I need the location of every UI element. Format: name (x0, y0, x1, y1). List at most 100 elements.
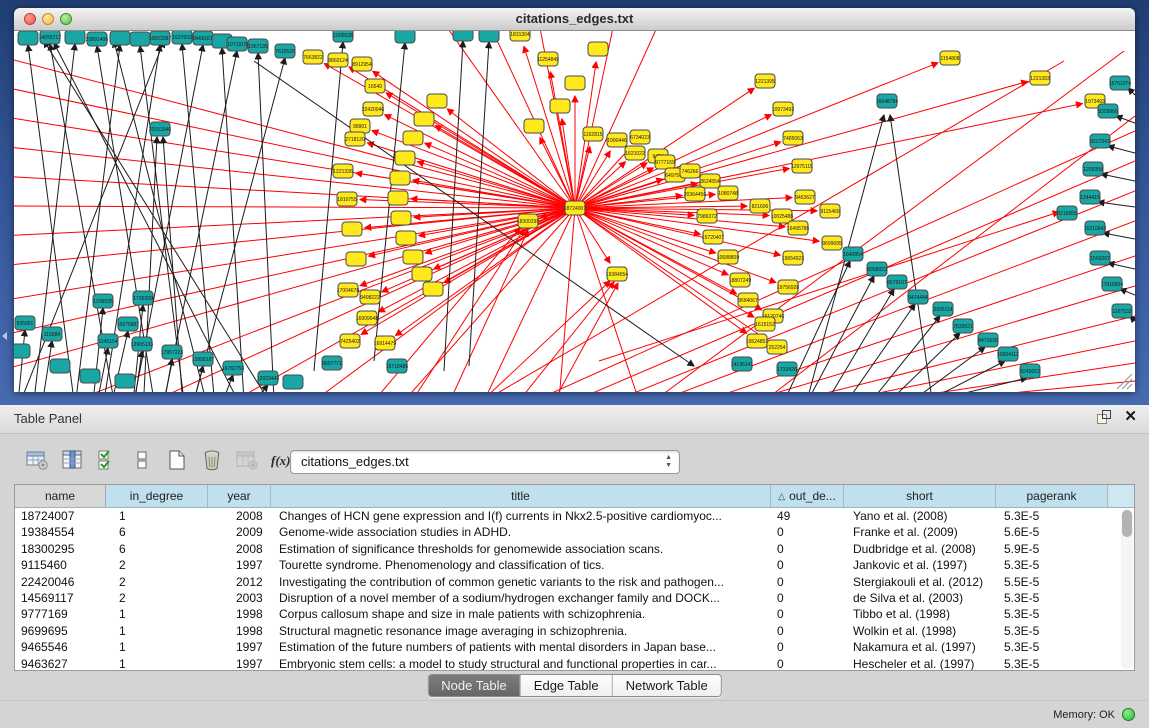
graph-node[interactable]: 10958187 (192, 352, 214, 366)
graph-node[interactable] (80, 369, 100, 383)
graph-node[interactable]: 16914479 (374, 336, 396, 350)
graph-node[interactable] (283, 375, 303, 389)
graph-node[interactable]: 12975115 (791, 159, 813, 173)
graph-node[interactable]: 17004678 (337, 283, 359, 297)
graph-node[interactable]: 9777169 (655, 155, 675, 169)
graph-node[interactable]: 14055717 (39, 31, 61, 44)
graph-node[interactable]: 10653287 (149, 31, 171, 45)
graph-node[interactable]: 11254849 (537, 52, 559, 66)
graph-node[interactable]: 10975887 (117, 317, 139, 331)
graph-node[interactable] (403, 131, 423, 145)
graph-node[interactable]: 98901 (350, 119, 370, 133)
graph-node[interactable] (395, 151, 415, 165)
graph-node[interactable]: 9245652 (1020, 364, 1040, 378)
resize-grip-icon[interactable] (1117, 374, 1132, 389)
network-window-titlebar[interactable]: citations_edges.txt (14, 8, 1135, 31)
graph-node[interactable]: 7663822 (303, 50, 323, 64)
graph-node[interactable]: 1162815 (583, 127, 603, 141)
graph-node[interactable] (414, 112, 434, 126)
graph-node[interactable] (395, 31, 415, 43)
graph-node[interactable]: 20891406 (86, 32, 108, 46)
graph-node[interactable]: 16648784 (876, 94, 898, 108)
graph-node[interactable]: 9115460 (820, 204, 840, 218)
graph-node[interactable]: 15751074 (1109, 76, 1131, 90)
memory-status[interactable]: Memory: OK (1053, 701, 1135, 728)
graph-node[interactable]: 18807249 (729, 273, 751, 287)
graph-node[interactable]: 2718120 (345, 132, 365, 146)
graph-node[interactable]: 14136141 (731, 357, 753, 371)
show-columns-icon[interactable] (59, 447, 85, 473)
graph-node[interactable]: 1621022 (625, 146, 645, 160)
graph-node[interactable]: 10654112 (997, 347, 1019, 361)
graph-node[interactable]: 9684067 (738, 293, 758, 307)
table-row[interactable]: 946362711997Embryonic stem cells: a mode… (15, 656, 1134, 671)
graph-node[interactable] (588, 42, 608, 56)
graph-node[interactable]: 16210643 (1084, 221, 1106, 235)
graph-node[interactable]: 19524851 (746, 334, 768, 348)
graph-node[interactable]: 9657771 (322, 356, 342, 370)
new-column-icon[interactable] (164, 447, 190, 473)
graph-node[interactable]: 1615152 (755, 317, 775, 331)
graph-node[interactable]: 1005528 (333, 31, 353, 42)
column-header-title[interactable]: title (271, 485, 771, 507)
graph-node[interactable]: 9463627 (795, 190, 815, 204)
graph-node[interactable]: 9466161 (193, 31, 213, 45)
graph-node[interactable] (479, 31, 499, 42)
graph-node[interactable] (388, 191, 408, 205)
minimize-window-button[interactable] (42, 13, 54, 25)
graph-node[interactable]: 1145154 (98, 334, 118, 348)
graph-node[interactable]: 22420046 (362, 102, 384, 116)
table-options-icon[interactable] (24, 447, 50, 473)
graph-node[interactable]: 19384554 (606, 267, 628, 281)
graph-node[interactable]: 7485063 (783, 131, 803, 145)
graph-node[interactable]: 935051 (15, 316, 35, 330)
graph-node[interactable] (453, 31, 473, 41)
graph-node[interactable] (391, 211, 411, 225)
table-row[interactable]: 969969511998Structural magnetic resonanc… (15, 623, 1134, 639)
graph-node[interactable]: 19654923 (782, 251, 804, 265)
graph-node[interactable] (565, 76, 585, 90)
network-canvas[interactable]: 1872400714055717208914061065328715276029… (14, 31, 1135, 392)
graph-node[interactable]: 252254 (767, 340, 787, 354)
graph-node[interactable]: 9699695 (822, 236, 842, 250)
graph-node[interactable]: 1640954 (843, 247, 863, 261)
clear-selection-icon[interactable] (129, 447, 155, 473)
graph-node[interactable]: 6734023 (630, 130, 650, 144)
graph-node[interactable] (14, 344, 30, 358)
graph-node[interactable]: 16909948 (356, 311, 378, 325)
graph-node[interactable]: 10688809 (717, 250, 739, 264)
graph-node[interactable]: 1831304 (510, 31, 530, 41)
graph-node[interactable]: 7615526 (275, 44, 295, 58)
graph-node[interactable] (524, 119, 544, 133)
graph-node[interactable]: 19756928 (777, 280, 799, 294)
close-panel-icon[interactable]: ✕ (1124, 410, 1137, 423)
column-header-name[interactable]: name (15, 485, 106, 507)
graph-node[interactable]: 15720407 (702, 230, 724, 244)
zoom-window-button[interactable] (60, 13, 72, 25)
graph-node[interactable]: 1080748 (718, 186, 738, 200)
graph-node[interactable] (342, 222, 362, 236)
column-header-pagerank[interactable]: pagerank (996, 485, 1108, 507)
graph-node[interactable] (346, 252, 366, 266)
graph-node[interactable]: 746266 (680, 164, 700, 178)
table-row[interactable]: 946554611997Estimation of the future num… (15, 639, 1134, 655)
graph-node[interactable]: 1990446 (607, 133, 627, 147)
graph-node[interactable]: 20364456 (684, 187, 706, 201)
graph-node[interactable]: 16495786 (787, 221, 809, 235)
graph-node[interactable]: 1071915 (227, 37, 247, 51)
graph-node[interactable] (110, 31, 130, 45)
table-row[interactable]: 977716911998Corpus callosum shape and si… (15, 606, 1134, 622)
graph-node[interactable] (115, 374, 135, 388)
graph-node[interactable]: 821606 (750, 199, 770, 213)
select-all-rows-icon[interactable] (94, 447, 120, 473)
graph-node[interactable]: 1527602 (172, 31, 192, 44)
graph-node[interactable]: 9215955 (1057, 206, 1077, 220)
graph-node[interactable]: 3624554 (700, 174, 720, 188)
float-panel-icon[interactable] (1097, 410, 1110, 423)
close-window-button[interactable] (24, 13, 36, 25)
graph-node[interactable]: 8958923 (867, 262, 887, 276)
graph-node[interactable]: 12905133 (131, 337, 153, 351)
splitter-handle-icon[interactable] (2, 332, 7, 340)
graph-node[interactable]: 17016504 (1101, 277, 1123, 291)
graph-node[interactable]: 1244415 (1080, 190, 1100, 204)
